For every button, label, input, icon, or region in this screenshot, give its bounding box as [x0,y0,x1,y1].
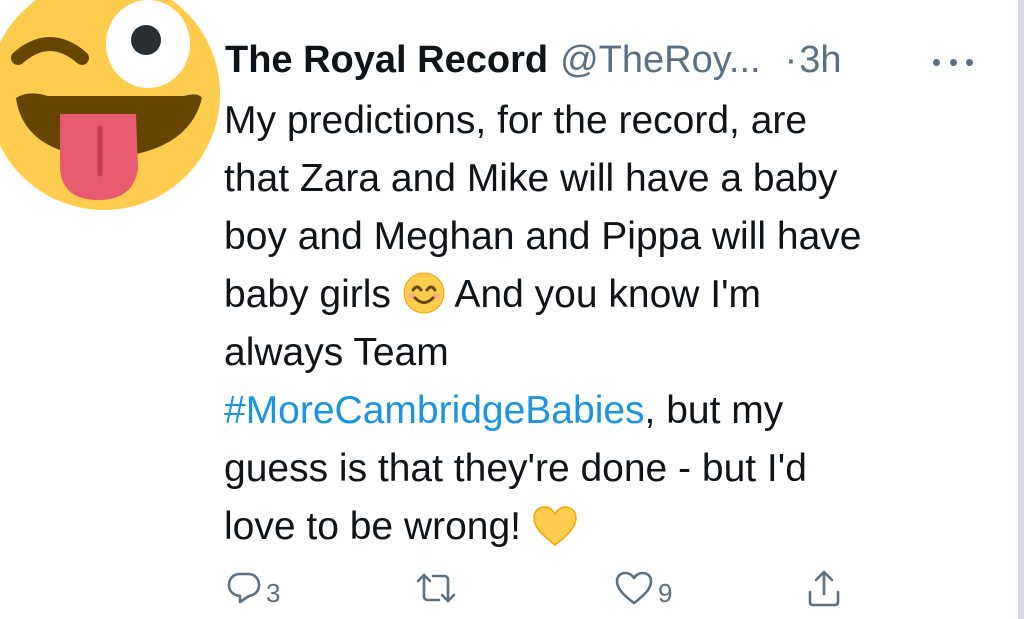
tweet-line: My predictions, for the record, are [224,99,808,142]
reply-button[interactable]: 3 [226,566,280,610]
tweet-line: boy and Meghan and Pippa will have [224,215,862,258]
tweet-line: #MoreCambridgeBabies, but my [224,382,984,440]
reply-count: 3 [266,577,281,608]
scrollbar-edge [1018,0,1024,619]
more-dot-icon [949,58,957,66]
reply-icon [227,572,261,604]
smiling-face-emoji-icon [402,271,446,332]
tweet-text-segment: love to be wrong! [224,505,532,548]
tweet-text-segment: And you know I'm [445,273,762,316]
avatar[interactable] [0,0,220,210]
yellow-heart-emoji-icon [532,505,578,564]
tweet-text-segment: baby girls [224,273,402,316]
share-button[interactable] [806,566,842,610]
tweet-line: that Zara and Mike will have a baby [224,157,838,200]
tweet-actions: 3 9 [0,566,1024,616]
timestamp[interactable]: 3h [799,34,841,86]
tweet-line: love to be wrong! [224,498,984,556]
handle[interactable]: @TheRoy... [560,34,760,86]
retweet-button[interactable] [414,566,458,610]
more-dot-icon [966,58,973,66]
tweet-line: baby girls And you know I'm [224,266,984,324]
tweet-header: The Royal Record @TheRoy... · 3h [225,34,842,90]
tweet-text-segment: , but my [644,389,784,432]
like-button[interactable]: 9 [614,566,672,610]
display-name[interactable]: The Royal Record [225,34,548,86]
more-dot-icon [933,58,940,66]
tweet-line: always Team [224,331,449,374]
more-options-button[interactable] [933,52,973,72]
tweet[interactable]: The Royal Record @TheRoy... · 3h My pred… [0,0,1024,619]
retweet-icon [416,573,456,603]
separator-dot: · [784,39,798,81]
heart-icon [615,571,653,605]
tweet-line: guess is that they're done - but I'd [224,447,807,490]
winking-tongue-emoji-icon [0,0,220,210]
like-count: 9 [658,577,673,608]
share-icon [808,570,840,607]
tweet-text: My predictions, for the record, are that… [224,92,984,556]
hashtag-link[interactable]: #MoreCambridgeBabies [224,389,645,432]
